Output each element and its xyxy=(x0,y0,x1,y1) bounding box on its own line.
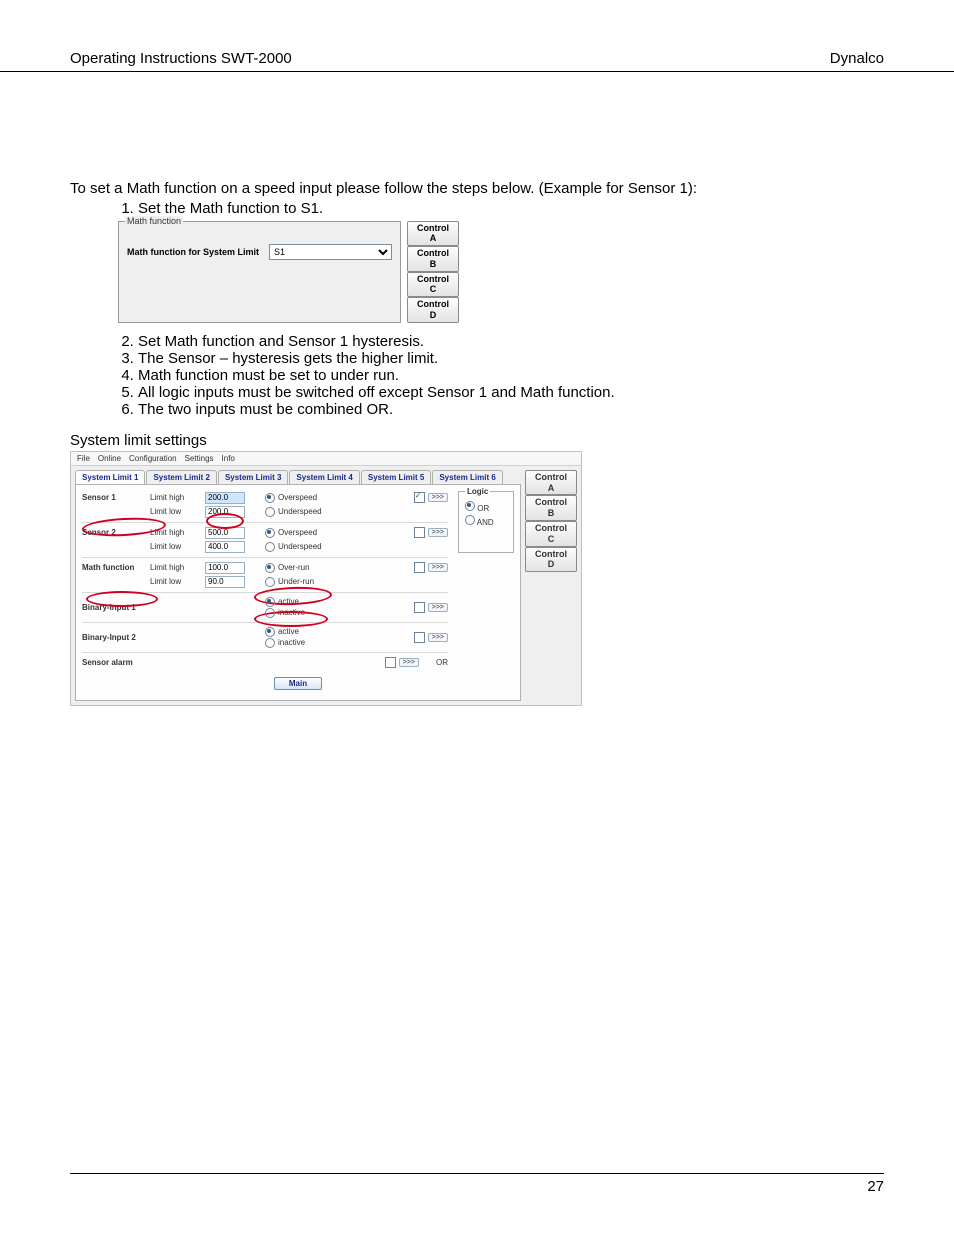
menu-configuration[interactable]: Configuration xyxy=(129,454,177,463)
step-2: Set Math function and Sensor 1 hysteresi… xyxy=(138,333,884,350)
bin2-label: Binary-Input 2 xyxy=(82,633,205,642)
mathf-limit-low-label: Limit low xyxy=(150,577,205,586)
sensor2-enable-check[interactable] xyxy=(414,527,425,538)
tab-content: Sensor 1 Limit high Overspeed >>> xyxy=(75,485,521,701)
page-number: 27 xyxy=(867,1178,884,1195)
control-a-button[interactable]: Control A xyxy=(407,221,459,247)
logic-or-radio[interactable]: OR xyxy=(465,501,507,513)
logic-legend: Logic xyxy=(465,487,490,496)
math-function-fieldset: Math function Math function for System L… xyxy=(118,221,401,323)
menu-file[interactable]: File xyxy=(77,454,90,463)
tab-system-limit-3[interactable]: System Limit 3 xyxy=(218,470,288,484)
sensor1-limit-high-input[interactable] xyxy=(205,492,245,504)
step-4: Math function must be set to under run. xyxy=(138,367,884,384)
control-c-button[interactable]: Control C xyxy=(407,272,459,298)
p2-control-a-button[interactable]: Control A xyxy=(525,470,577,496)
sensor1-overspeed-radio[interactable]: Overspeed xyxy=(265,493,317,503)
p2-control-d-button[interactable]: Control D xyxy=(525,547,577,573)
logic-and-radio[interactable]: AND xyxy=(465,515,507,527)
header-right: Dynalco xyxy=(830,50,884,67)
sensor2-underspeed-radio[interactable]: Underspeed xyxy=(265,542,322,552)
tab-system-limit-6[interactable]: System Limit 6 xyxy=(432,470,502,484)
steps-list-1: Set the Math function to S1. xyxy=(70,199,884,219)
sensor2-limit-low-label: Limit low xyxy=(150,542,205,551)
alarm-enable-check[interactable] xyxy=(385,657,396,668)
sensor2-overspeed-radio[interactable]: Overspeed xyxy=(265,528,317,538)
page-footer: 27 xyxy=(70,1173,884,1195)
menubar: File Online Configuration Settings Info xyxy=(71,452,581,466)
mathf-label: Math function xyxy=(82,563,150,572)
sensor1-label: Sensor 1 xyxy=(82,493,150,502)
bin1-enable-check[interactable] xyxy=(414,602,425,613)
p2-control-c-button[interactable]: Control C xyxy=(525,521,577,547)
control-b-button[interactable]: Control B xyxy=(407,246,459,272)
tab-system-limit-2[interactable]: System Limit 2 xyxy=(146,470,216,484)
step-6: The two inputs must be combined OR. xyxy=(138,401,884,418)
control-d-button[interactable]: Control D xyxy=(407,297,459,323)
mathf-enable-check[interactable] xyxy=(414,562,425,573)
page-content: To set a Math function on a speed input … xyxy=(70,180,884,706)
mathf-underrun-radio[interactable]: Under-run xyxy=(265,577,314,587)
mathf-overrun-radio[interactable]: Over-run xyxy=(265,563,310,573)
alarm-logic-label: OR xyxy=(436,658,448,667)
bin1-more-button[interactable]: >>> xyxy=(428,603,448,612)
system-limit-panel: File Online Configuration Settings Info … xyxy=(70,451,582,706)
sensor1-limit-high-label: Limit high xyxy=(150,493,205,502)
math-function-panel: Math function Math function for System L… xyxy=(118,221,488,323)
sensor2-limit-low-input[interactable] xyxy=(205,541,245,553)
bin2-enable-check[interactable] xyxy=(414,632,425,643)
sensor1-enable-check[interactable] xyxy=(414,492,425,503)
bin1-active-radio[interactable]: active xyxy=(265,597,305,607)
menu-online[interactable]: Online xyxy=(98,454,121,463)
mathf-limit-high-input[interactable] xyxy=(205,562,245,574)
bin2-inactive-radio[interactable]: inactive xyxy=(265,638,305,648)
control-buttons-column: Control A Control B Control C Control D xyxy=(407,221,459,323)
step-3: The Sensor – hysteresis gets the higher … xyxy=(138,350,884,367)
system-limit-heading: System limit settings xyxy=(70,432,884,449)
p2-control-b-button[interactable]: Control B xyxy=(525,495,577,521)
alarm-more-button[interactable]: >>> xyxy=(399,658,419,667)
sensor2-limit-high-input[interactable] xyxy=(205,527,245,539)
intro-text: To set a Math function on a speed input … xyxy=(70,180,884,197)
steps-list-2: Set Math function and Sensor 1 hysteresi… xyxy=(70,333,884,418)
sensor1-limit-low-label: Limit low xyxy=(150,507,205,516)
header-left: Operating Instructions SWT-2000 xyxy=(70,50,292,67)
tab-system-limit-4[interactable]: System Limit 4 xyxy=(289,470,359,484)
sensor1-more-button[interactable]: >>> xyxy=(428,493,448,502)
sensor1-underspeed-radio[interactable]: Underspeed xyxy=(265,507,322,517)
bin2-active-radio[interactable]: active xyxy=(265,627,305,637)
tab-system-limit-1[interactable]: System Limit 1 xyxy=(75,470,145,484)
sensor2-more-button[interactable]: >>> xyxy=(428,528,448,537)
alarm-label: Sensor alarm xyxy=(82,658,205,667)
page-header: Operating Instructions SWT-2000 Dynalco xyxy=(0,50,954,72)
bin1-inactive-radio[interactable]: inactive xyxy=(265,608,305,618)
tab-system-limit-5[interactable]: System Limit 5 xyxy=(361,470,431,484)
step-5: All logic inputs must be switched off ex… xyxy=(138,384,884,401)
sensor2-limit-high-label: Limit high xyxy=(150,528,205,537)
mathf-limit-high-label: Limit high xyxy=(150,563,205,572)
logic-fieldset: Logic OR AND xyxy=(458,491,514,553)
step-1: Set the Math function to S1. xyxy=(138,199,884,219)
math-function-legend: Math function xyxy=(125,216,183,226)
menu-info[interactable]: Info xyxy=(222,454,235,463)
bin2-more-button[interactable]: >>> xyxy=(428,633,448,642)
math-function-select[interactable]: S1 xyxy=(269,244,392,260)
panel2-control-buttons: Control A Control B Control C Control D xyxy=(525,466,581,705)
sensor2-label: Sensor 2 xyxy=(82,528,150,537)
main-button[interactable]: Main xyxy=(274,677,322,690)
math-function-label: Math function for System Limit xyxy=(127,247,259,257)
bin1-label: Binary-Input 1 xyxy=(82,603,205,612)
tab-row: System Limit 1 System Limit 2 System Lim… xyxy=(75,470,521,485)
mathf-more-button[interactable]: >>> xyxy=(428,563,448,572)
menu-settings[interactable]: Settings xyxy=(185,454,214,463)
sensor1-limit-low-input[interactable] xyxy=(205,506,245,518)
mathf-limit-low-input[interactable] xyxy=(205,576,245,588)
